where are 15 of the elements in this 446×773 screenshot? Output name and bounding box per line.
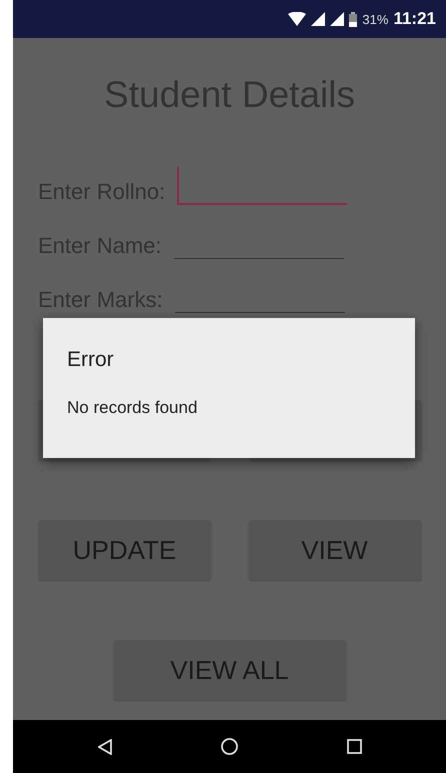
recents-icon[interactable] — [346, 739, 362, 754]
input-field[interactable] — [177, 167, 348, 205]
battery-icon — [349, 12, 358, 26]
home-icon[interactable] — [220, 738, 238, 755]
dialog-message: No records found — [67, 398, 198, 418]
signal-icon — [330, 12, 344, 26]
back-icon[interactable] — [98, 738, 112, 754]
wifi-icon — [288, 12, 306, 26]
battery-percentage: 31% — [362, 12, 388, 26]
button[interactable]: VIEW ALL — [114, 640, 346, 700]
button[interactable]: UPDATE — [38, 520, 210, 580]
clock: 11:21 — [393, 9, 436, 29]
signal-icon — [311, 12, 326, 26]
dialog-title: Error — [67, 348, 115, 372]
button[interactable]: VIEW — [248, 520, 420, 580]
